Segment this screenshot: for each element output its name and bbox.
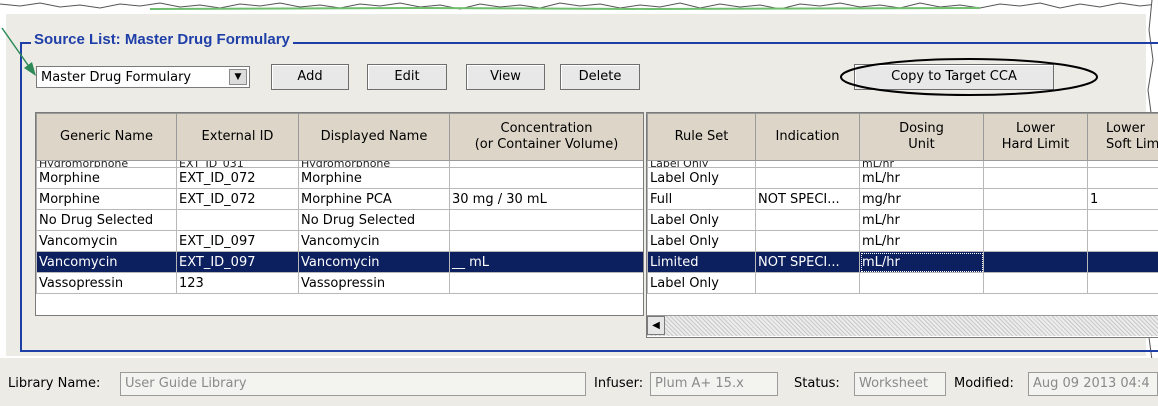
horizontal-scrollbar[interactable]: ◀	[647, 315, 1158, 336]
delete-button[interactable]: Delete	[560, 64, 640, 90]
column-header-external-id[interactable]: External ID	[176, 113, 299, 161]
chevron-down-icon[interactable]: ▼	[229, 69, 247, 85]
source-list-select[interactable]: Master Drug Formulary ▼	[36, 66, 250, 88]
table-row[interactable]: Morphine EXT_ID_072 Morphine	[36, 167, 643, 189]
table-row[interactable]: Morphine EXT_ID_072 Morphine PCA 30 mg / 30…	[36, 188, 643, 210]
table-row[interactable]: Label Only mL/hr	[647, 167, 1158, 189]
table-row[interactable]: Label Only	[647, 272, 1158, 294]
group-title: Source List: Master Drug Formulary	[31, 31, 293, 48]
table-row[interactable]: Label Only mL/hr	[647, 160, 1158, 168]
drug-table-right: Rule Set Indication Dosing Unit Lower Hard…	[646, 112, 1158, 338]
column-header-displayed-name[interactable]: Displayed Name	[298, 113, 450, 161]
drug-table-left: Generic Name External ID Displayed Name …	[35, 112, 644, 316]
modified-label: Modified:	[954, 376, 1014, 391]
highlight-ellipse	[840, 58, 1098, 96]
edit-button[interactable]: Edit	[367, 64, 447, 90]
infuser-field: Plum A+ 15.x	[650, 372, 778, 396]
column-header-generic-name[interactable]: Generic Name	[36, 113, 177, 161]
column-header-rule-set[interactable]: Rule Set	[647, 113, 756, 161]
table-row[interactable]: Vassopressin 123 Vassopressin	[36, 272, 643, 294]
table-row[interactable]: Vancomycin EXT_ID_097 Vancomycin	[36, 230, 643, 252]
column-header-dosing-unit[interactable]: Dosing Unit	[859, 113, 984, 161]
status-label: Status:	[794, 376, 840, 391]
column-header-lower-hard-limit[interactable]: Lower Hard Limit	[983, 113, 1088, 161]
library-name-field: User Guide Library	[120, 372, 586, 396]
column-header-lower-soft-limit[interactable]: LowerSoft Limit	[1087, 113, 1158, 161]
table-row[interactable]: Label Only mL/hr	[647, 230, 1158, 252]
modified-field: Aug 09 2013 04:4	[1028, 372, 1158, 396]
table-row-selected[interactable]: Vancomycin EXT_ID_097 Vancomycin __ mL	[36, 251, 643, 273]
infuser-label: Infuser:	[594, 376, 644, 391]
status-field: Worksheet	[854, 372, 946, 396]
table-row-selected[interactable]: Limited NOT SPECI... mL/hr	[647, 251, 1158, 273]
table-row[interactable]: No Drug Selected No Drug Selected	[36, 209, 643, 231]
view-button[interactable]: View	[466, 64, 545, 90]
library-name-label: Library Name:	[8, 376, 101, 391]
add-button[interactable]: Add	[271, 64, 349, 90]
column-header-concentration[interactable]: Concentration (or Container Volume)	[449, 113, 643, 161]
table-row[interactable]: Hydromorphone EXT_ID_031 Hydromorphone	[36, 160, 643, 168]
column-header-indication[interactable]: Indication	[755, 113, 860, 161]
source-list-select-value: Master Drug Formulary	[41, 70, 192, 85]
table-row[interactable]: Label Only mL/hr	[647, 209, 1158, 231]
scroll-left-icon[interactable]: ◀	[647, 316, 665, 335]
annotation-arrow-icon	[1, 27, 36, 76]
table-row[interactable]: Full NOT SPECI... mg/hr 1	[647, 188, 1158, 210]
